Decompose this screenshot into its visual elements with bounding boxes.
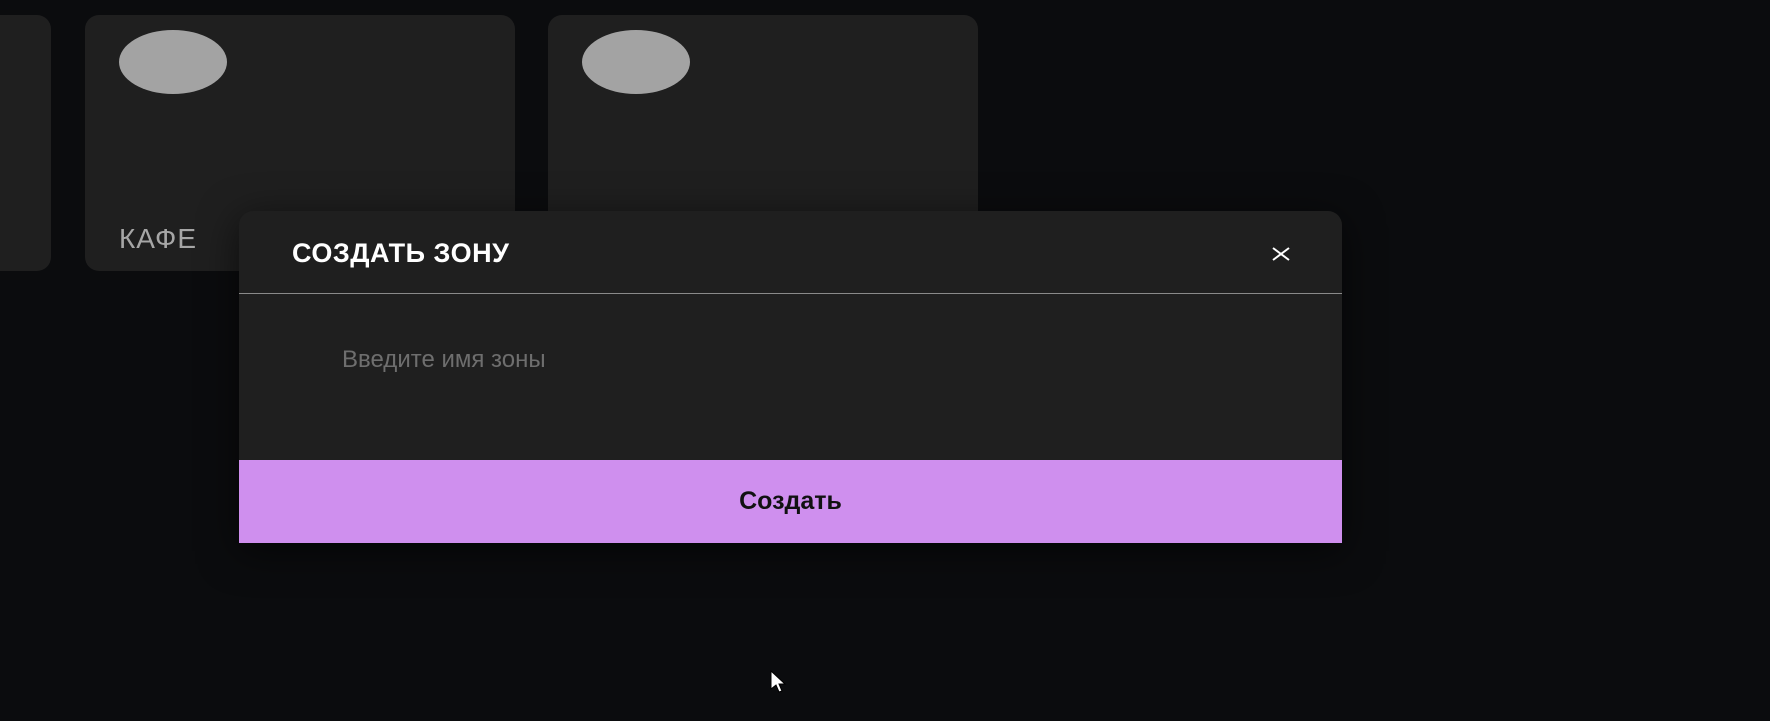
zone-name-input[interactable] — [342, 336, 1242, 384]
modal-title: СОЗДАТЬ ЗОНУ — [292, 238, 510, 268]
modal-header: СОЗДАТЬ ЗОНУ — [239, 211, 1342, 294]
create-button[interactable]: Создать — [239, 460, 1342, 543]
modal-body — [239, 294, 1342, 460]
zone-card-label: КАФЕ — [119, 223, 198, 254]
create-zone-modal: СОЗДАТЬ ЗОНУ Создать — [239, 211, 1342, 543]
close-icon[interactable] — [1270, 243, 1292, 265]
zone-card-partial[interactable] — [0, 15, 51, 271]
zone-avatar — [582, 30, 690, 94]
mouse-cursor-icon — [769, 669, 791, 694]
zone-avatar — [119, 30, 227, 94]
